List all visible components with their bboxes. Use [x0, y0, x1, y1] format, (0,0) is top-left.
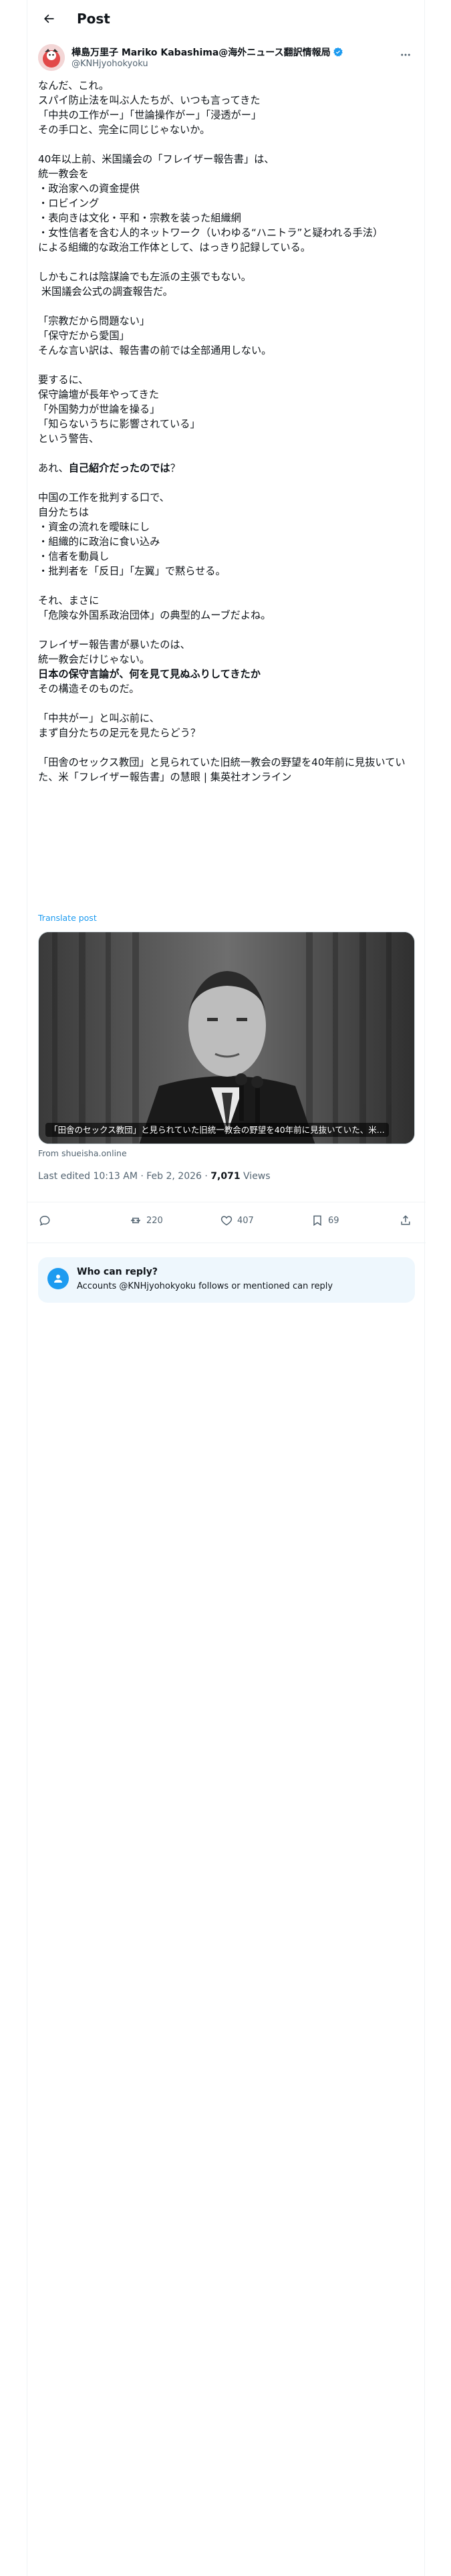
post-line: 40年以上前、米国議会の「フレイザー報告書」は、 [38, 153, 275, 165]
heart-icon [220, 1216, 233, 1226]
post-line: それ、まさに [38, 595, 100, 607]
bold-text: 自己紹介だったのでは [68, 462, 170, 474]
header: Post [27, 0, 426, 37]
views-label: Views [240, 1171, 271, 1182]
reply-button[interactable] [38, 1214, 51, 1227]
post-line: その構造そのものだ。 [38, 683, 140, 695]
post-line: 日本の保守言論が、何を見て見ぬふりしてきたか [38, 667, 415, 681]
post-line: ・信者を動員し [38, 550, 110, 562]
author-block: 樺島万里子 Mariko Kabashima@海外ニュース翻訳情報局 @KNHj… [38, 44, 415, 74]
user-at-icon [54, 1275, 62, 1283]
card-title: 「田舎のセックス教団」と見られていた旧統一教会の野望を40年前に見抜いていた、米… [45, 1123, 389, 1137]
post-line: ・組織的に政治に食い込み [38, 536, 160, 548]
avatar-image [38, 44, 65, 71]
post-line: 「田舎のセックス教団」と見られていた旧統一教会の野望を40年前に見抜いていた、米… [38, 756, 406, 783]
display-name[interactable]: 樺島万里子 Mariko Kabashima@海外ニュース翻訳情報局 [71, 45, 331, 59]
repost-button[interactable]: 220 [129, 1214, 163, 1227]
post-line: 保守論壇が長年やってきた [38, 389, 160, 401]
like-button[interactable]: 407 [220, 1214, 254, 1227]
post-line: 「知らないうちに影響されている」 [38, 418, 200, 430]
views-count: 7,071 [210, 1171, 241, 1182]
post-line: 「外国勢力が世論を操る」 [38, 403, 160, 415]
bookmark-count: 69 [328, 1215, 339, 1226]
post-line: ・表向きは文化・平和・宗教を装った組織網 [38, 212, 241, 224]
post-line: 「保守だから愛国」 [38, 330, 130, 342]
post-line: 統一教会だけじゃない。 [38, 653, 150, 665]
post-line: 統一教会を [38, 168, 89, 180]
back-arrow-icon [44, 14, 54, 23]
post-text: なんだ、これ。スパイ防止法を叫ぶ人たちが、いつも言ってきた 「中共の工作がー」「世… [38, 78, 415, 784]
share-button[interactable] [399, 1214, 412, 1227]
post-column: Post 樺島万里子 Mariko Kabashima@海外ニュース翻訳情報局 … [27, 0, 426, 2576]
reply-icon [39, 1215, 50, 1226]
translate-post-link[interactable]: Translate post [38, 913, 97, 923]
post-line: ・政治家への資金提供 [38, 183, 140, 195]
verified-badge-icon [333, 47, 343, 57]
like-count: 407 [237, 1215, 254, 1226]
post-line: 米国議会公式の調査報告だ。 [38, 286, 173, 298]
card-photo [39, 932, 414, 1144]
back-button[interactable] [37, 7, 61, 31]
post-line: まず自分たちの足元を見たらどう？ [38, 727, 200, 739]
bookmark-icon [313, 1215, 321, 1226]
bold-text: 日本の保守言論が、何を見て見ぬふりしてきたか [38, 668, 261, 680]
more-options-button[interactable] [396, 47, 415, 63]
post-line: フレイザー報告書が暴いたのは、 [38, 639, 190, 651]
action-bar: 220 407 69 [27, 1202, 426, 1243]
post-line: しかもこれは陰謀論でも左派の主張でもない。 [38, 271, 251, 283]
post-line: 要するに、 [38, 374, 89, 386]
post-line: 「宗教だから問題ない」 [38, 315, 150, 327]
edited-timestamp[interactable]: Last edited 10:13 AM · Feb 2, 2026 · [38, 1171, 210, 1182]
more-dots-icon [401, 53, 410, 56]
reply-restriction-icon [47, 1268, 69, 1289]
name-row: 樺島万里子 Mariko Kabashima@海外ニュース翻訳情報局 [71, 45, 343, 59]
post-line: そんな言い訳は、報告書の前では全部通用しない。 [38, 344, 272, 356]
post-line: ・資金の流れを曖昧にし [38, 521, 150, 533]
post-line: 自分たちは [38, 506, 89, 518]
post-line: 「危険な外国系政治団体」の典型的ムーブだよね。 [38, 609, 271, 621]
post-line: ・ロビイング [38, 197, 100, 209]
author-handle[interactable]: @KNHjyohokyoku [71, 59, 148, 69]
post-meta: Last edited 10:13 AM · Feb 2, 2026 · 7,0… [38, 1171, 271, 1182]
post-line: スパイ防止法を叫ぶ人たちが、いつも言ってきた [38, 94, 261, 106]
post-line: ・女性信者を含む人的ネットワーク（いわゆる“ハニトラ”と疑われる手法） [38, 227, 384, 239]
post-line: ・批判者を「反日」「左翼」で黙らせる。 [38, 565, 226, 577]
post-line: なんだ、これ。 [38, 80, 110, 92]
reply-restriction-notice: Who can reply? Accounts @KNHjyohokyoku f… [38, 1257, 415, 1303]
post-line: 中国の工作を批判する口で、 [38, 492, 170, 504]
post-line: その手口と、完全に同じじゃないか。 [38, 124, 210, 136]
link-card[interactable]: 「田舎のセックス教団」と見られていた旧統一教会の野望を40年前に見抜いていた、米… [38, 932, 415, 1144]
card-source[interactable]: From shueisha.online [38, 1148, 127, 1158]
repost-icon [130, 1217, 141, 1224]
avatar[interactable] [38, 44, 65, 71]
reply-restriction-title: Who can reply? [77, 1267, 158, 1277]
repost-count: 220 [146, 1215, 163, 1226]
page-title: Post [77, 11, 110, 27]
post-line: 「中共がー」と叫ぶ前に、 [38, 712, 160, 724]
post-line: あれ、自己紹介だったのでは？ [38, 462, 180, 474]
post-line: による組織的な政治工作体として、はっきり記録している。 [38, 241, 311, 253]
post-line: という警告、 [38, 433, 100, 445]
share-icon [401, 1215, 410, 1225]
bookmark-button[interactable]: 69 [311, 1214, 339, 1227]
page: Post 樺島万里子 Mariko Kabashima@海外ニュース翻訳情報局 … [0, 0, 451, 2576]
post-line: 「中共の工作がー」「世論操作がー」「浸透がー」 [38, 109, 262, 121]
reply-restriction-subtitle: Accounts @KNHjyohokyoku follows or menti… [77, 1281, 333, 1291]
